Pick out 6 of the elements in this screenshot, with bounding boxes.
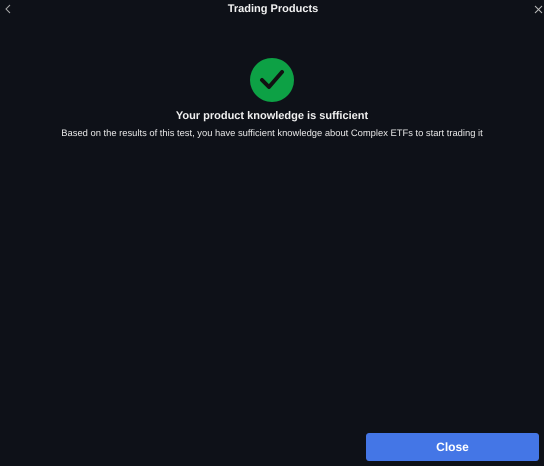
close-button[interactable]: Close [366,433,539,461]
window-title: Trading Products [228,3,318,15]
result-heading: Your product knowledge is sufficient [176,110,368,122]
result-message: Based on the results of this test, you have sufficient knowledge about Complex ETFs to start trading it [61,127,483,138]
back-button[interactable] [3,3,13,15]
close-icon[interactable] [533,3,543,15]
